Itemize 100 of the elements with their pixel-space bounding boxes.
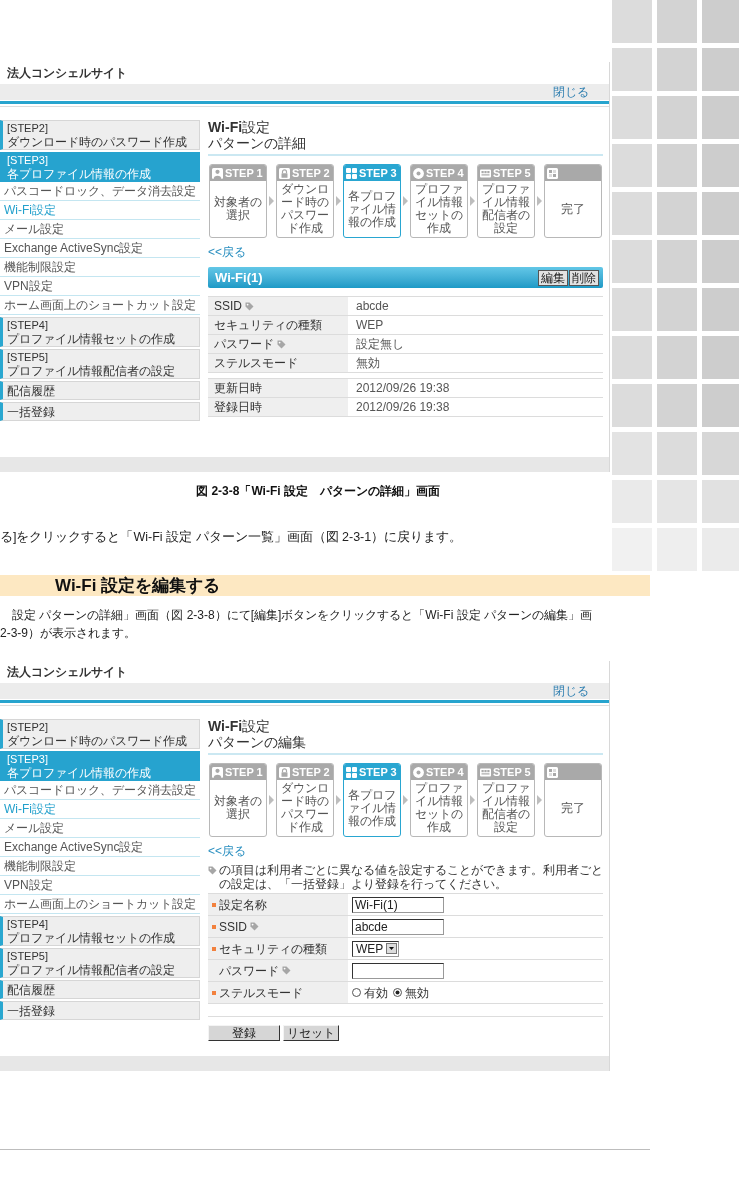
sidebar-item[interactable]: パスコードロック、データ消去設定: [0, 781, 200, 800]
page-subtitle: パターンの編集: [208, 734, 306, 750]
text-field[interactable]: Wi-Fi(1): [352, 896, 444, 913]
field-label: パスワード: [219, 963, 279, 978]
row-value: abcde: [356, 299, 389, 313]
chevron-icon: [269, 196, 274, 206]
field-label: ステルスモード: [219, 985, 303, 1000]
field-label: セキュリティの種類: [219, 941, 327, 956]
radio-label: 有効: [364, 985, 388, 1000]
step-label: STEP 5: [493, 765, 531, 779]
row-value: 2012/09/26 19:38: [356, 381, 450, 395]
step-label: STEP 1: [225, 765, 263, 779]
step-caption: プロファイル情報セットの作成: [414, 782, 464, 834]
sidebar-step-item[interactable]: [STEP2] ダウンロード時のパスワード作成: [0, 719, 200, 749]
row-value: 無効: [356, 356, 380, 370]
step-caption: プロファイル情報配信者の設定: [481, 782, 531, 834]
step-caption: 対象者の選択: [213, 196, 263, 222]
chevron-icon: [537, 795, 542, 805]
sidebar-step-item[interactable]: [STEP2] ダウンロード時のパスワード作成: [0, 120, 200, 150]
row-label: パスワード: [214, 337, 274, 351]
step-label: STEP 3: [359, 166, 397, 180]
step-caption: ダウンロード時のパスワード作成: [280, 782, 330, 834]
sidebar-item[interactable]: 機能制限設定: [0, 258, 200, 277]
sidebar-menu-item[interactable]: 配信履歴: [0, 980, 200, 999]
figure-caption: 図 2-3-8「Wi-Fi 設定 パターンの詳細」画面: [196, 484, 440, 499]
sidebar-item[interactable]: ホーム画面上のショートカット設定: [0, 895, 200, 914]
sidebar-item[interactable]: VPN設定: [0, 876, 200, 895]
radio-label: 無効: [405, 985, 429, 1000]
row-label: ステルスモード: [214, 356, 298, 370]
step-caption: ダウンロード時のパスワード作成: [280, 183, 330, 235]
radio-button[interactable]: [393, 988, 402, 997]
field-label: SSID: [219, 919, 247, 934]
step-caption: 対象者の選択: [213, 795, 263, 821]
row-label: セキュリティの種類: [214, 318, 322, 332]
sidebar-item[interactable]: メール設定: [0, 220, 200, 239]
step-label: STEP 1: [225, 166, 263, 180]
sidebar-item[interactable]: メール設定: [0, 819, 200, 838]
form-button[interactable]: リセット: [283, 1025, 339, 1041]
page-title: Wi-Fi設定: [208, 120, 271, 135]
step-caption: 完了: [561, 202, 585, 216]
row-value: WEP: [356, 318, 384, 332]
sidebar-item[interactable]: Exchange ActiveSync設定: [0, 838, 200, 857]
step-label: STEP 5: [493, 166, 531, 180]
chevron-icon: [336, 196, 341, 206]
back-link[interactable]: <<戻る: [208, 245, 246, 259]
sidebar-step-item[interactable]: [STEP5] プロファイル情報配信者の設定: [0, 349, 200, 379]
sidebar-item[interactable]: 機能制限設定: [0, 857, 200, 876]
sidebar-item[interactable]: VPN設定: [0, 277, 200, 296]
step-caption: 完了: [561, 801, 585, 815]
sidebar-item[interactable]: Exchange ActiveSync設定: [0, 239, 200, 258]
page-subtitle: パターンの詳細: [208, 135, 306, 151]
step-label: STEP 4: [426, 765, 464, 779]
step-caption: 各プロファイル情報の作成: [347, 788, 397, 828]
select-field[interactable]: WEP: [352, 940, 399, 957]
sidebar-item[interactable]: ホーム画面上のショートカット設定: [0, 296, 200, 315]
site-title: 法人コンシェルサイト: [7, 66, 127, 80]
sidebar-item[interactable]: パスコードロック、データ消去設定: [0, 182, 200, 201]
field-label: 設定名称: [219, 897, 267, 912]
close-link[interactable]: 閉じる: [553, 684, 589, 698]
sidebar-step-item[interactable]: [STEP5] プロファイル情報配信者の設定: [0, 948, 200, 978]
tag-icon: [208, 866, 217, 875]
step-label: STEP 2: [292, 166, 330, 180]
chevron-icon: [403, 795, 408, 805]
grid-icon: [346, 766, 357, 778]
header-button[interactable]: 編集: [538, 269, 568, 286]
text-field[interactable]: [352, 962, 444, 979]
chevron-icon: [336, 795, 341, 805]
form-button[interactable]: 登録: [208, 1025, 280, 1041]
sidebar-step-item[interactable]: [STEP4] プロファイル情報セットの作成: [0, 916, 200, 946]
body-paragraph: る]をクリックすると「Wi-Fi 設定 パターン一覧」画面（図 2-3-1）に戻ります。: [0, 529, 463, 546]
sidebar-menu-item[interactable]: 配信履歴: [0, 381, 200, 400]
grid-icon: [346, 167, 357, 179]
panel-title: Wi-Fi(1): [215, 270, 263, 285]
step-label: STEP 2: [292, 765, 330, 779]
step-caption: 各プロファイル情報の作成: [347, 189, 397, 229]
sidebar-menu-item[interactable]: 一括登録: [0, 402, 200, 421]
caret-icon: [386, 943, 397, 954]
sidebar-step-item[interactable]: [STEP4] プロファイル情報セットの作成: [0, 317, 200, 347]
step-label: STEP 4: [426, 166, 464, 180]
step-caption: プロファイル情報配信者の設定: [481, 183, 531, 235]
chevron-icon: [470, 795, 475, 805]
step-caption: プロファイル情報セットの作成: [414, 183, 464, 235]
step-label: STEP 3: [359, 765, 397, 779]
row-label: SSID: [214, 299, 242, 313]
back-link[interactable]: <<戻る: [208, 844, 246, 858]
site-title: 法人コンシェルサイト: [7, 665, 127, 679]
header-button[interactable]: 削除: [569, 269, 599, 286]
section-heading: Wi-Fi 設定を編集する: [55, 575, 221, 596]
chevron-icon: [470, 196, 475, 206]
chevron-icon: [269, 795, 274, 805]
text-field[interactable]: abcde: [352, 918, 444, 935]
note-text: の項目は利用者ごとに異なる値を設定することができます。利用者ごとの設定は、「一括登録」より登録を行ってください。: [219, 863, 603, 891]
chevron-icon: [403, 196, 408, 206]
row-value: 設定無し: [356, 337, 404, 351]
row-label: 更新日時: [214, 381, 262, 395]
sidebar-menu-item[interactable]: 一括登録: [0, 1001, 200, 1020]
page-title: Wi-Fi設定: [208, 719, 271, 734]
row-value: 2012/09/26 19:38: [356, 400, 450, 414]
close-link[interactable]: 閉じる: [553, 85, 589, 99]
radio-button[interactable]: [352, 988, 361, 997]
